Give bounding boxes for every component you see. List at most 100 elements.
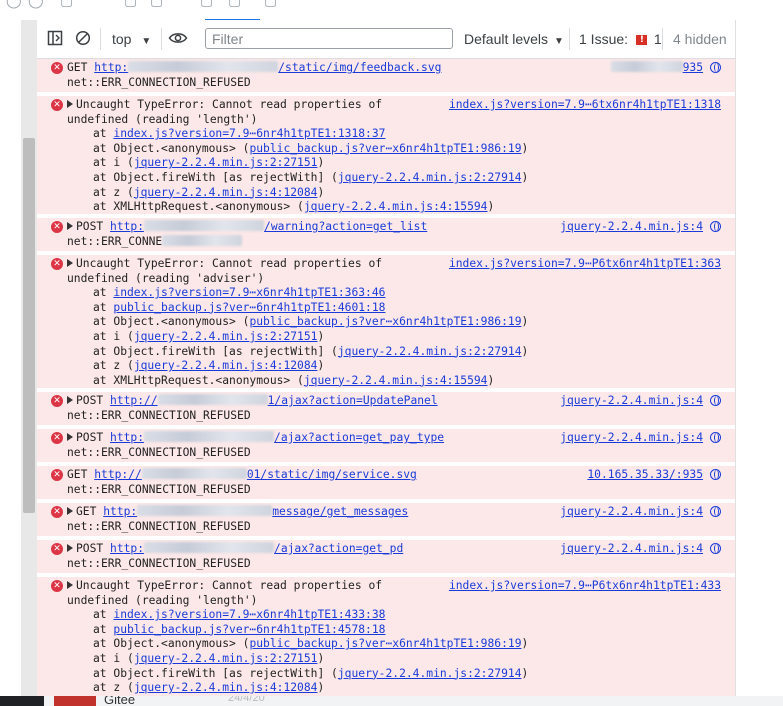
frame-prefix: at XMLHttpRequest.<anonymous> ( [93, 373, 304, 387]
expand-triangle-icon[interactable] [67, 507, 73, 515]
frame-link[interactable]: jquery-2.2.4.min.js:2:27151 [134, 652, 318, 665]
frame-link[interactable]: jquery-2.2.4.min.js:2:27151 [134, 330, 318, 343]
source-link[interactable]: index.js?version=7.9⋯P6tx6nr4h1tpTE1:363 [449, 257, 721, 272]
live-expression-eye-icon[interactable] [168, 30, 188, 50]
frame-link[interactable]: index.js?version=7.9⋯x6nr4h1tpTE1:363:46 [113, 286, 385, 299]
toolbar-divider [569, 28, 570, 50]
frame-link[interactable]: jquery-2.2.4.min.js:2:27914 [338, 345, 522, 358]
url-prefix: http: [103, 505, 138, 518]
frame-link[interactable]: public_backup.js?ver⋯6nr4h1tpTE1:4578:18 [113, 623, 385, 636]
tab-icon[interactable]: ▢ [200, 0, 213, 9]
error-icon: ✕ [51, 395, 63, 407]
refresh-icon[interactable]: ◯ [28, 0, 44, 9]
network-globe-icon [710, 395, 721, 406]
redacted-text [162, 234, 243, 246]
log-levels-dropdown[interactable]: Default levels ▼ [464, 29, 564, 49]
exception-text: Uncaught TypeError: Cannot read properti… [76, 98, 383, 111]
frame-link[interactable]: public_backup.js?ver⋯x6nr4h1tpTE1:986:19 [249, 637, 521, 650]
url-path: 01/static/img/service.svg [246, 468, 417, 481]
frame-link[interactable]: jquery-2.2.4.min.js:2:27914 [338, 667, 522, 680]
redacted-host [157, 394, 268, 405]
taskbar-date: 24/4/20 [228, 696, 265, 704]
stack-frame: at i (jquery-2.2.4.min.js:2:27151) [67, 156, 721, 171]
expand-triangle-icon[interactable] [67, 259, 73, 267]
source-link[interactable]: jquery-2.2.4.min.js:4 [560, 542, 721, 557]
request-method: GET [67, 61, 95, 74]
frame-suffix: ) [317, 156, 325, 170]
source-link[interactable]: 935 [610, 61, 721, 76]
taskbar-start-area[interactable] [0, 696, 44, 706]
request-method: POST [76, 431, 111, 444]
request-method: GET [67, 468, 95, 481]
frame-link[interactable]: index.js?version=7.9⋯6nr4h1tpTE1:1318:37 [113, 127, 385, 140]
gitee-app-icon[interactable] [54, 696, 96, 706]
frame-link[interactable]: index.js?version=7.9⋯x6nr4h1tpTE1:433:38 [113, 608, 385, 621]
request-url-link[interactable]: http:// 01/static/img/service.svg [94, 468, 417, 481]
message-line: net::ERR_CONNECTION_REFUSED [67, 445, 251, 459]
request-method: GET [76, 505, 104, 518]
request-url-link[interactable]: http: /ajax?action=get_pay_type [110, 431, 444, 444]
source-link[interactable]: jquery-2.2.4.min.js:4 [560, 394, 721, 409]
request-url-link[interactable]: http:// 1/ajax?action=UpdatePanel [110, 394, 438, 407]
expand-triangle-icon[interactable] [67, 544, 73, 552]
scrollbar-thumb[interactable] [23, 138, 35, 513]
tab-icon[interactable]: ▢ [60, 0, 73, 9]
frame-link[interactable]: public_backup.js?ver⋯x6nr4h1tpTE1:986:19 [249, 315, 521, 328]
frame-link[interactable]: jquery-2.2.4.min.js:4:12084 [134, 186, 318, 199]
taskbar-app-label[interactable]: Gitee [104, 696, 135, 706]
console-error-message: ✕ POST http:// 1/ajax?action=UpdatePanel … [37, 392, 735, 425]
request-url-link[interactable]: http: message/get_messages [103, 505, 408, 518]
frame-prefix: at Object.fireWith [as rejectWith] ( [93, 170, 338, 184]
expand-triangle-icon[interactable] [67, 100, 73, 108]
frame-link[interactable]: jquery-2.2.4.min.js:4:12084 [134, 359, 318, 372]
tab-icon[interactable]: ▢ [228, 0, 241, 9]
frame-link[interactable]: jquery-2.2.4.min.js:2:27151 [134, 156, 318, 169]
issues-label: 1 Issue: [579, 31, 629, 47]
stack-frame: at i (jquery-2.2.4.min.js:2:27151) [67, 652, 721, 667]
frame-link[interactable]: public_backup.js?ver⋯x6nr4h1tpTE1:986:19 [249, 142, 521, 155]
context-selector[interactable]: top ▼ [112, 29, 151, 49]
filter-input[interactable] [205, 28, 453, 49]
redacted-host [137, 505, 273, 516]
message-line: net::ERR_CONNECTION_REFUSED [67, 408, 251, 422]
source-link[interactable]: index.js?version=7.9⋯P6tx6nr4h1tpTE1:433 [449, 579, 721, 594]
stack-frame: at XMLHttpRequest.<anonymous> (jquery-2.… [67, 200, 721, 215]
expand-triangle-icon[interactable] [67, 581, 73, 589]
console-error-message: ✕ GET http:// 01/static/img/service.svg 1… [37, 466, 735, 499]
back-icon[interactable]: ◯ [6, 0, 22, 9]
expand-triangle-icon[interactable] [67, 222, 73, 230]
source-link[interactable]: index.js?version=7.9⋯6tx6nr4h1tpTE1:1318 [449, 98, 721, 113]
frame-link[interactable]: jquery-2.2.4.min.js:2:27914 [338, 171, 522, 184]
source-link[interactable]: jquery-2.2.4.min.js:4 [560, 220, 721, 235]
url-path: 1/ajax?action=UpdatePanel [267, 394, 438, 407]
message-line: GET http: message/get_messages jquery-2.2… [67, 505, 721, 520]
page-scrollbar[interactable] [21, 20, 37, 696]
message-line: Uncaught TypeError: Cannot read properti… [67, 257, 721, 272]
source-link[interactable]: jquery-2.2.4.min.js:4 [560, 431, 721, 446]
frame-link[interactable]: jquery-2.2.4.min.js:4:15594 [304, 200, 488, 213]
frame-link[interactable]: jquery-2.2.4.min.js:4:15594 [304, 374, 488, 387]
frame-link[interactable]: public_backup.js?ver⋯6nr4h1tpTE1:4601:18 [113, 301, 385, 314]
frame-suffix: ) [317, 329, 325, 343]
tab-icon[interactable]: ▢ [150, 0, 163, 9]
source-link[interactable]: 10.165.35.33/:935 [587, 468, 721, 483]
frame-link[interactable]: jquery-2.2.4.min.js:4:12084 [134, 681, 318, 694]
expand-triangle-icon[interactable] [67, 396, 73, 404]
request-url-link[interactable]: http: /static/img/feedback.svg [94, 61, 441, 74]
frame-prefix: at i ( [93, 651, 134, 665]
tab-icon[interactable]: ▢ [264, 0, 277, 9]
request-url-link[interactable]: http: /ajax?action=get_pd [110, 542, 403, 555]
tab-icon[interactable]: ▢ [124, 0, 137, 9]
issues-button[interactable]: 1 Issue: ! 1 [579, 29, 662, 49]
message-line: undefined (reading 'adviser') [67, 271, 265, 285]
error-icon: ✕ [51, 221, 63, 233]
sidebar-toggle-icon[interactable] [47, 30, 63, 50]
request-method: POST [76, 220, 111, 233]
expand-triangle-icon[interactable] [67, 433, 73, 441]
frame-prefix: at Object.fireWith [as rejectWith] ( [93, 344, 338, 358]
context-label: top [112, 31, 132, 47]
source-link[interactable]: jquery-2.2.4.min.js:4 [560, 505, 721, 520]
message-line: POST http: /ajax?action=get_pay_type jque… [67, 431, 721, 446]
clear-console-icon[interactable] [75, 30, 91, 50]
request-url-link[interactable]: http: /warning?action=get_list [110, 220, 427, 233]
